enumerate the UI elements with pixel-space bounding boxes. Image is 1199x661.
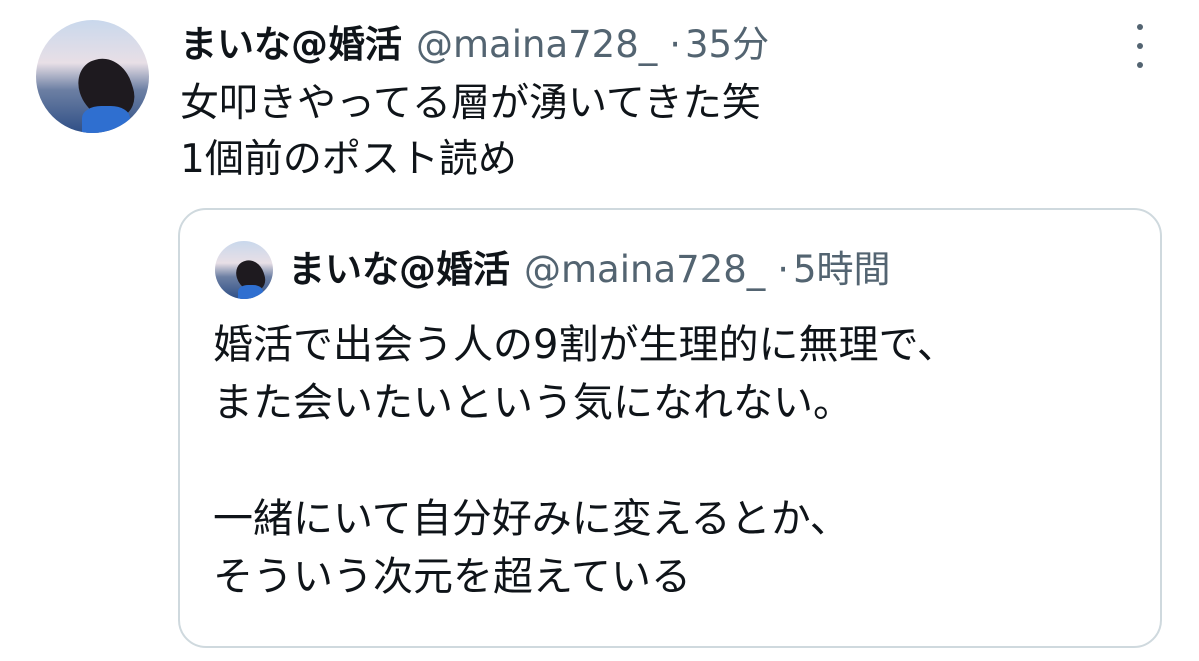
author-display-name[interactable]: まいな@婚活 (180, 18, 402, 72)
header-separator: · (669, 23, 682, 66)
tweet-text-line: 女叩きやってる層が湧いてきた笑 (180, 81, 761, 126)
quoted-author-avatar (215, 241, 273, 299)
more-vertical-icon (1137, 24, 1143, 30)
quoted-tweet-text: 婚活で出会う人の9割が生理的に無理で、 また会いたいという気になれない。 一緒に… (213, 316, 957, 606)
quoted-author-handle: @maina728_ (524, 248, 766, 291)
avatar-shirt (82, 106, 130, 133)
quoted-author-display-name: まいな@婚活 (288, 248, 510, 291)
quoted-text-line: 一緒にいて自分好みに変えるとか、 (213, 496, 850, 542)
quoted-text-line: また会いたいという気になれない。 (213, 380, 853, 426)
quoted-text-line: 婚活で出会う人の9割が生理的に無理で、 (213, 322, 957, 368)
tweet-timestamp[interactable]: 35分 (685, 18, 769, 72)
avatar-shirt (238, 285, 263, 299)
tweet-header: まいな@婚活 @maina728_ · 35分 (180, 18, 769, 72)
more-vertical-icon (1137, 62, 1143, 68)
quoted-text-blank-line (213, 432, 957, 490)
tweet-text-line: 1個前のポスト読め (180, 137, 517, 182)
more-options-button[interactable] (1127, 24, 1153, 68)
more-vertical-icon (1137, 43, 1143, 49)
tweet-text: 女叩きやってる層が湧いてきた笑 1個前のポスト読め (180, 76, 761, 188)
author-avatar[interactable] (36, 20, 149, 133)
quoted-tweet-timestamp: 5時間 (793, 248, 891, 291)
quoted-tweet-header: まいな@婚活 @maina728_ · 5時間 (288, 242, 891, 298)
author-handle[interactable]: @maina728_ (416, 18, 657, 72)
header-separator: · (777, 248, 790, 291)
quoted-text-line: そういう次元を超えている (213, 554, 691, 600)
